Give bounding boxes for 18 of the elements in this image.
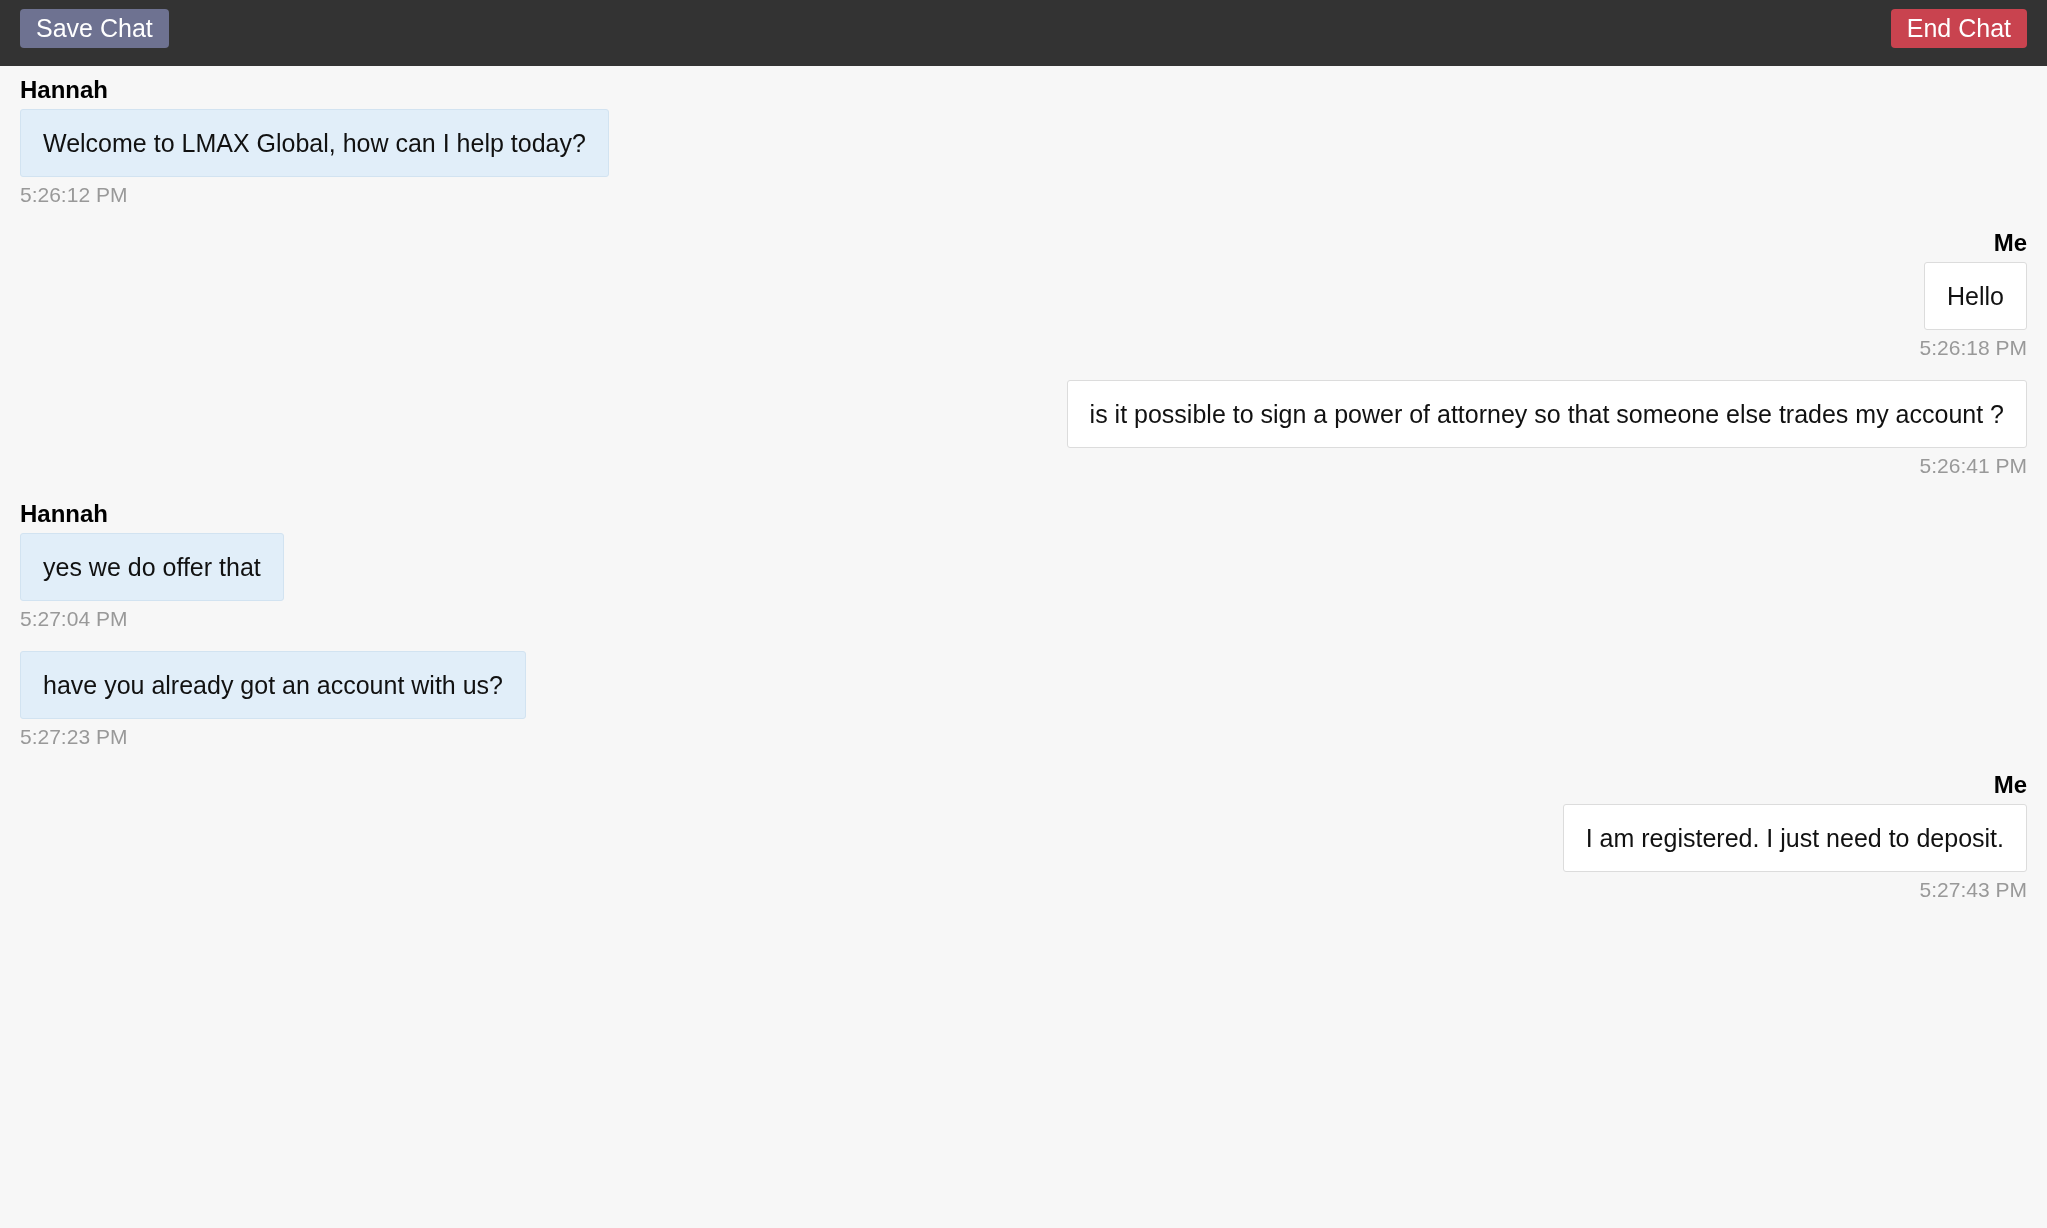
sender-name: Hannah [20, 500, 108, 528]
message-bubble: yes we do offer that [20, 533, 284, 601]
save-chat-button[interactable]: Save Chat [20, 8, 169, 48]
message-time: 5:26:18 PM [1919, 336, 2027, 360]
message-time: 5:27:43 PM [1919, 878, 2027, 902]
sender-name: Me [1993, 229, 2027, 257]
message-bubble: Hello [1924, 262, 2027, 330]
end-chat-button[interactable]: End Chat [1890, 8, 2027, 48]
message-bubble: Welcome to LMAX Global, how can I help today? [20, 109, 609, 177]
message-time: 5:27:04 PM [20, 607, 128, 631]
sender-name: Hannah [20, 76, 108, 104]
message-bubble: I am registered. I just need to deposit. [1562, 804, 2027, 872]
sender-name: Me [1993, 771, 2027, 799]
message-time: 5:26:41 PM [1919, 454, 2027, 478]
message-bubble: have you already got an account with us? [20, 651, 527, 719]
message-time: 5:27:23 PM [20, 725, 128, 749]
message-bubble: is it possible to sign a power of attorney so that someone else trades my account ? [1066, 380, 2027, 448]
message-time: 5:26:12 PM [20, 183, 128, 207]
